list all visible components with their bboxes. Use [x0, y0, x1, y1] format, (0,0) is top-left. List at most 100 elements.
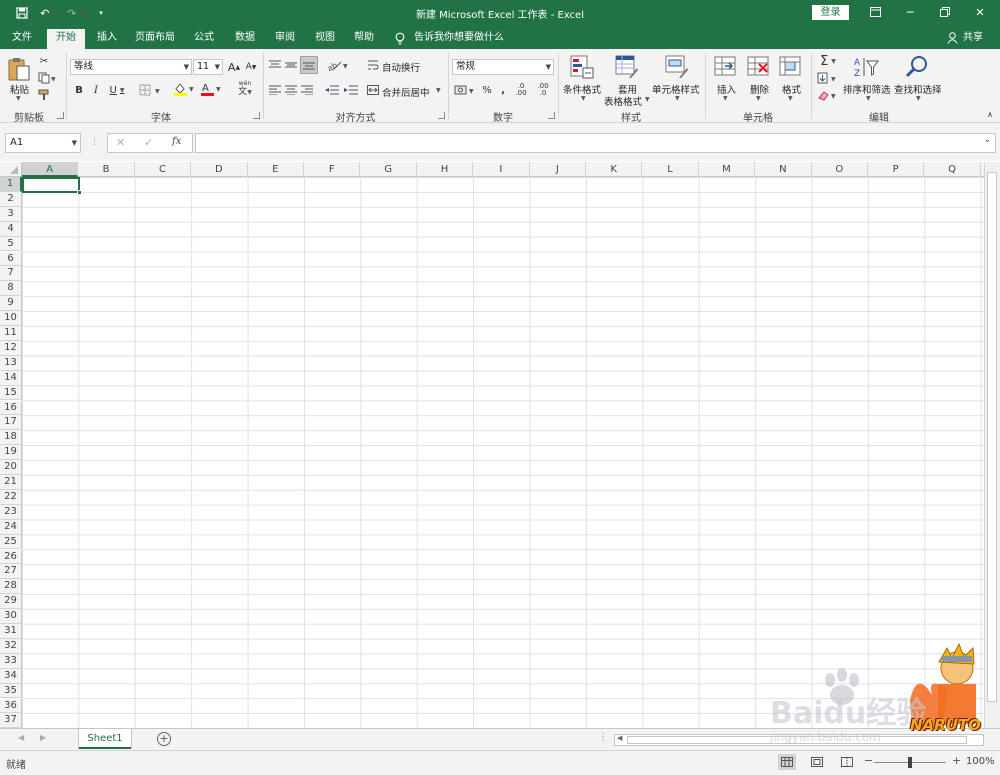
sort-filter-button[interactable]: 排序和筛选 — [843, 82, 891, 96]
format-painter-icon[interactable] — [37, 88, 51, 102]
paste-dropdown-icon[interactable]: ▼ — [16, 95, 21, 102]
row-header-28[interactable]: 28 — [0, 579, 22, 595]
tab-insert[interactable]: 插入 — [90, 29, 124, 49]
delete-cells-icon[interactable] — [747, 54, 771, 80]
number-launcher-icon[interactable] — [548, 112, 555, 119]
row-header-16[interactable]: 16 — [0, 400, 22, 416]
expand-formula-bar-icon[interactable]: ⌄ — [983, 135, 991, 145]
minimize-button[interactable]: ─ — [895, 3, 925, 21]
conditional-formatting-icon[interactable] — [570, 54, 594, 80]
collapse-ribbon-icon[interactable]: ∧ — [984, 109, 996, 119]
row-header-5[interactable]: 5 — [0, 236, 22, 252]
orientation-icon[interactable]: ab ▼ — [326, 58, 350, 72]
clipboard-launcher-icon[interactable] — [57, 112, 64, 119]
row-header-2[interactable]: 2 — [0, 191, 22, 207]
row-header-17[interactable]: 17 — [0, 415, 22, 431]
wrap-text-button[interactable]: 自动换行 — [382, 60, 420, 74]
page-break-view-icon[interactable] — [838, 754, 856, 770]
tab-file[interactable]: 文件 — [5, 29, 39, 49]
wrap-text-icon[interactable] — [366, 58, 380, 72]
merge-dropdown-icon[interactable]: ▼ — [436, 87, 441, 94]
cells-area[interactable] — [22, 177, 984, 728]
name-box-dropdown-icon[interactable]: ▼ — [72, 134, 77, 152]
tab-help[interactable]: 帮助 — [347, 29, 381, 49]
column-header-d[interactable]: D — [191, 162, 248, 177]
column-header-l[interactable]: L — [642, 162, 699, 177]
column-header-i[interactable]: I — [473, 162, 530, 177]
tell-me-search[interactable]: 告诉我你想要做什么 — [414, 29, 504, 49]
row-header-20[interactable]: 20 — [0, 460, 22, 475]
row-header-8[interactable]: 8 — [0, 281, 22, 297]
row-header-37[interactable]: 37 — [0, 713, 22, 728]
sort-filter-icon[interactable]: AZ — [852, 54, 880, 80]
align-left-icon[interactable] — [268, 83, 282, 97]
horizontal-scroll-thumb[interactable] — [627, 736, 967, 744]
row-header-34[interactable]: 34 — [0, 668, 22, 684]
bold-icon[interactable]: B — [72, 83, 86, 97]
column-header-g[interactable]: G — [360, 162, 417, 177]
redo-icon[interactable]: ↷ ▼ — [66, 4, 84, 22]
merge-center-button[interactable]: 合并后居中 — [382, 85, 430, 99]
sheet-tab-sheet1[interactable]: Sheet1 — [79, 729, 131, 749]
decrease-decimal-icon[interactable]: .00.0 — [534, 82, 552, 98]
cell-styles-dropdown-icon[interactable]: ▼ — [675, 95, 680, 102]
column-header-o[interactable]: O — [812, 162, 868, 177]
cancel-entry-icon[interactable]: ✕ — [116, 136, 125, 149]
next-sheet-icon[interactable]: ▶ — [40, 733, 46, 742]
copy-icon[interactable]: ▼ — [37, 71, 57, 85]
add-sheet-icon[interactable]: + — [157, 732, 171, 746]
row-header-4[interactable]: 4 — [0, 221, 22, 237]
accounting-format-icon[interactable]: ▼ — [454, 82, 476, 98]
row-header-13[interactable]: 13 — [0, 355, 22, 371]
row-header-3[interactable]: 3 — [0, 206, 22, 222]
decrease-indent-icon[interactable] — [324, 83, 340, 97]
column-header-c[interactable]: C — [135, 162, 192, 177]
paste-button[interactable]: 粘贴 — [10, 82, 29, 96]
delete-cells-button[interactable]: 删除 — [750, 82, 769, 96]
align-right-icon[interactable] — [300, 83, 314, 97]
login-button[interactable]: 登录 — [812, 5, 849, 20]
column-header-n[interactable]: N — [755, 162, 812, 177]
fill-color-icon[interactable]: ▼ — [172, 81, 196, 97]
prev-sheet-icon[interactable]: ◀ — [18, 733, 24, 742]
row-header-10[interactable]: 10 — [0, 311, 22, 326]
fill-icon[interactable]: ▼ — [816, 71, 840, 85]
horizontal-scrollbar[interactable]: ◀ — [614, 734, 984, 746]
tab-view[interactable]: 视图 — [308, 29, 342, 49]
zoom-out-icon[interactable]: − — [864, 754, 873, 767]
row-header-21[interactable]: 21 — [0, 475, 22, 490]
select-all-button[interactable] — [0, 162, 22, 177]
insert-cells-icon[interactable] — [714, 54, 738, 80]
column-header-h[interactable]: H — [417, 162, 474, 177]
format-dropdown-icon[interactable]: ▼ — [788, 95, 793, 102]
row-header-7[interactable]: 7 — [0, 266, 22, 282]
font-size-combo[interactable]: 11 ▼ — [193, 59, 223, 75]
row-header-19[interactable]: 19 — [0, 445, 22, 461]
zoom-in-icon[interactable]: + — [952, 754, 961, 767]
find-select-button[interactable]: 查找和选择 — [894, 82, 942, 96]
fill-handle[interactable] — [77, 190, 82, 195]
row-header-26[interactable]: 26 — [0, 549, 22, 565]
align-center-icon[interactable] — [284, 83, 298, 97]
row-header-29[interactable]: 29 — [0, 594, 22, 610]
align-middle-icon[interactable] — [284, 58, 298, 72]
vertical-scrollbar[interactable] — [984, 162, 1000, 728]
close-button[interactable]: ✕ — [965, 3, 995, 21]
row-header-30[interactable]: 30 — [0, 609, 22, 624]
paste-icon[interactable] — [6, 55, 32, 83]
zoom-slider-thumb[interactable] — [908, 757, 912, 768]
format-as-table-dropdown-icon[interactable]: ▼ — [645, 96, 650, 103]
row-header-31[interactable]: 31 — [0, 624, 22, 639]
insert-dropdown-icon[interactable]: ▼ — [723, 95, 728, 102]
row-header-35[interactable]: 35 — [0, 683, 22, 699]
tab-formulas[interactable]: 公式 — [187, 29, 221, 49]
format-as-table-label-2[interactable]: 表格格式 — [604, 94, 642, 108]
column-header-q[interactable]: Q — [924, 162, 981, 177]
insert-cells-button[interactable]: 插入 — [717, 82, 736, 96]
cell-styles-button[interactable]: 单元格样式 — [652, 82, 700, 96]
tab-home[interactable]: 开始 — [47, 29, 85, 49]
save-icon[interactable] — [13, 4, 31, 22]
format-cells-icon[interactable] — [779, 54, 803, 80]
decrease-font-size-icon[interactable]: A ▼ — [244, 59, 258, 75]
autosum-icon[interactable]: Σ ▼ — [816, 54, 840, 69]
